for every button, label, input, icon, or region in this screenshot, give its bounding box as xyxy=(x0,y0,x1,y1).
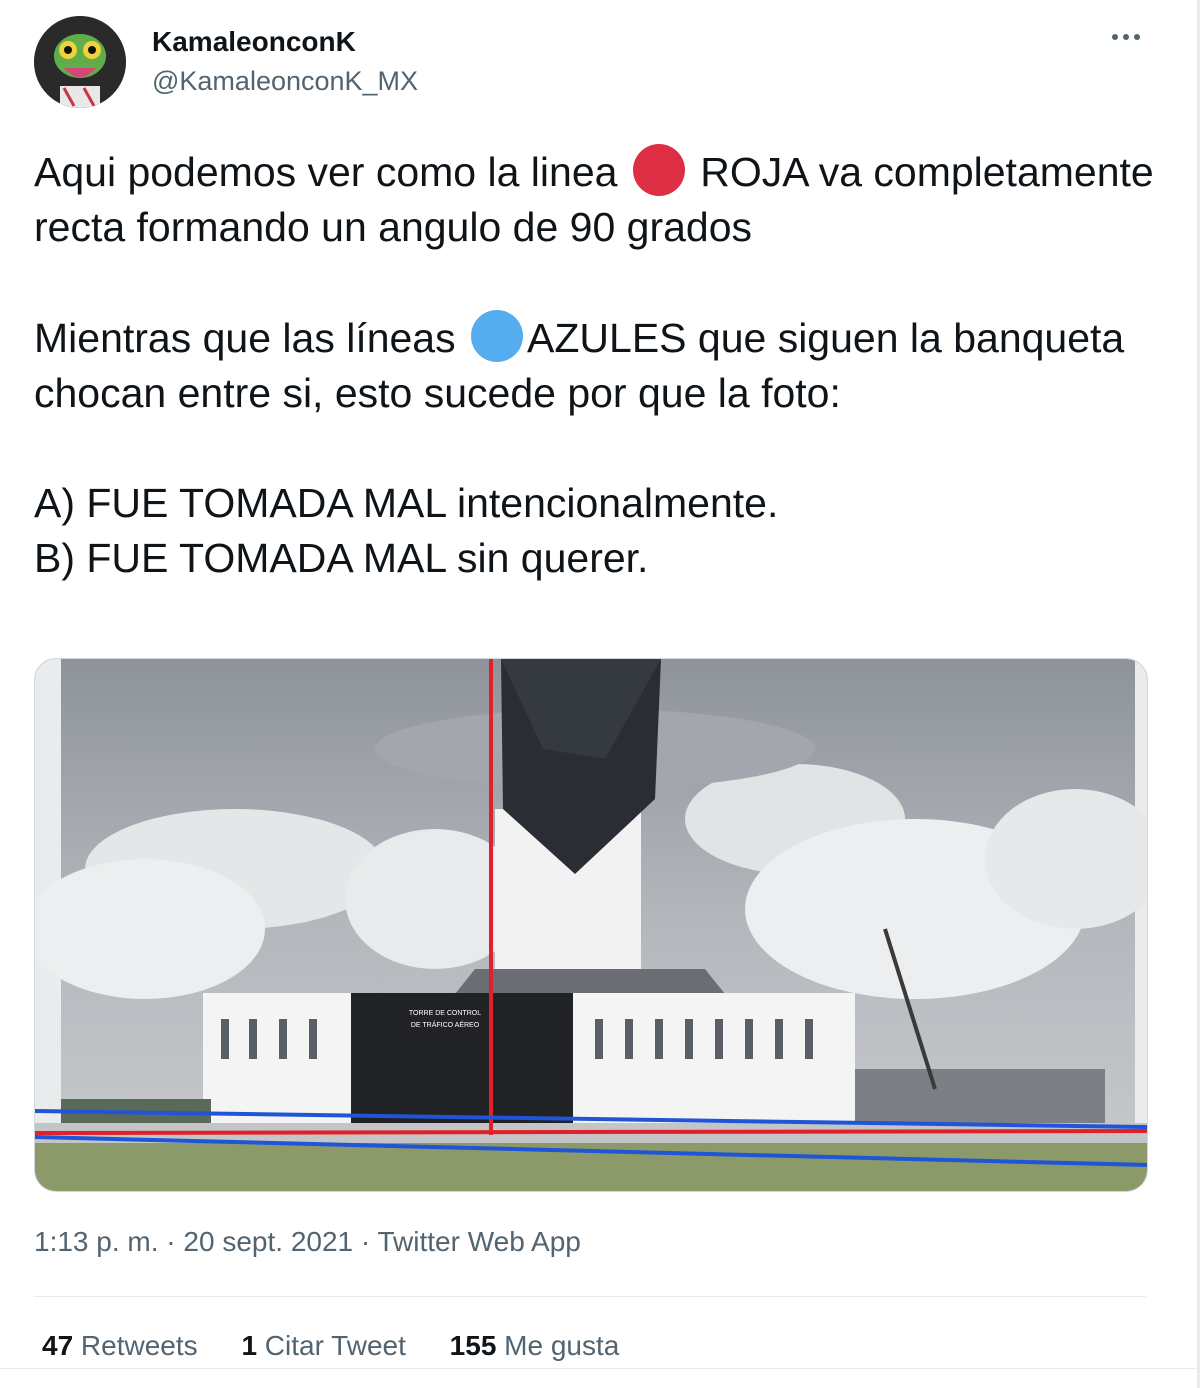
quotes-stat[interactable]: 1 Citar Tweet xyxy=(241,1330,405,1361)
blue-circle-icon xyxy=(471,310,524,362)
likes-stat[interactable]: 155 Me gusta xyxy=(450,1330,620,1361)
airport-control-tower-photo: TORRE DE CONTROL DE TRÁFICO AÉREO xyxy=(35,659,1147,1191)
tweet-paragraph-1: Aqui podemos ver como la linea ROJA va c… xyxy=(34,144,1154,255)
tweet-card: KamaleonconK @KamaleonconK_MX Aqui podem… xyxy=(0,0,1200,1388)
avatar[interactable] xyxy=(34,16,126,108)
retweets-count: 47 xyxy=(42,1330,74,1361)
author-handle[interactable]: @KamaleonconK_MX xyxy=(152,66,418,97)
option-b: B) FUE TOMADA MAL sin querer. xyxy=(34,535,649,581)
tweet-paragraph-2: Mientras que las líneas AZULES que sigue… xyxy=(34,310,1154,421)
meta-separator: · xyxy=(158,1226,184,1257)
sign-line-1: TORRE DE CONTROL xyxy=(409,1010,481,1017)
sign-line-2: DE TRÁFICO AÉREO xyxy=(411,1020,480,1029)
bottom-divider xyxy=(0,1368,1200,1369)
option-a: A) FUE TOMADA MAL intencionalmente. xyxy=(34,480,779,526)
more-horizontal-icon xyxy=(1112,34,1140,40)
tweet-photo[interactable]: TORRE DE CONTROL DE TRÁFICO AÉREO xyxy=(34,658,1148,1192)
likes-count: 155 xyxy=(449,1330,497,1361)
retweets-stat[interactable]: 47 Retweets xyxy=(42,1330,198,1361)
divider xyxy=(34,1296,1146,1297)
tweet-options: A) FUE TOMADA MAL intencionalmente. B) F… xyxy=(34,476,1154,586)
tweet-date[interactable]: 20 sept. 2021 xyxy=(183,1226,353,1257)
meta-separator: · xyxy=(353,1226,378,1257)
likes-label: Me gusta xyxy=(496,1330,620,1361)
tweet-text: Aqui podemos ver como la linea ROJA va c… xyxy=(34,144,1154,586)
quotes-count: 1 xyxy=(241,1330,258,1361)
quotes-label: Citar Tweet xyxy=(257,1330,406,1361)
tweet-source[interactable]: Twitter Web App xyxy=(378,1226,581,1257)
author-name[interactable]: KamaleonconK xyxy=(152,26,356,58)
tweet-time[interactable]: 1:13 p. m. xyxy=(34,1226,159,1257)
text-span: Aqui podemos ver como la linea xyxy=(34,149,629,195)
more-icon[interactable] xyxy=(1110,22,1142,60)
tweet-stats: 47 Retweets 1 Citar Tweet 155 Me gusta xyxy=(42,1330,655,1362)
tweet-meta: 1:13 p. m. · 20 sept. 2021 · Twitter Web… xyxy=(34,1226,581,1258)
red-circle-icon xyxy=(632,144,685,196)
chameleon-avatar-image xyxy=(34,16,126,108)
retweets-label: Retweets xyxy=(73,1330,198,1361)
text-span: Mientras que las líneas xyxy=(34,315,468,361)
